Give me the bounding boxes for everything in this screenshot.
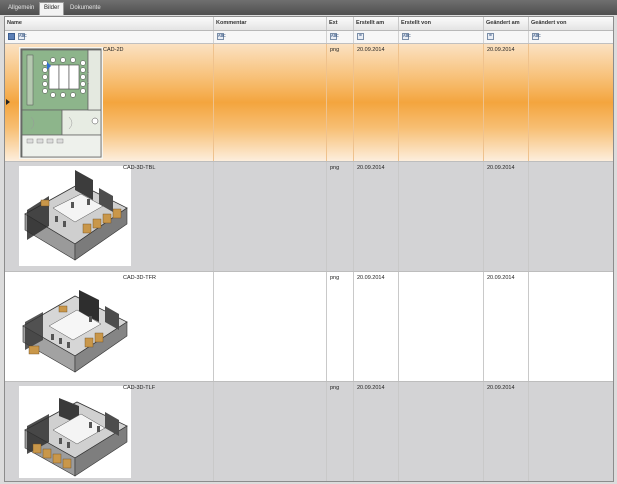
cell-kommentar [214,382,327,481]
cell-geaendert-am: 20.09.2014 [484,44,529,161]
filter-equals-icon[interactable]: = [487,33,494,40]
filter-cell-geaendert-am: = [484,31,529,43]
cell-geaendert-am: 20.09.2014 [484,272,529,381]
filter-text-icon[interactable]: ᴀʙᴄ [532,33,541,40]
filter-text-icon[interactable]: ᴀʙᴄ [18,33,27,40]
cell-geaendert-von [529,382,613,481]
image-name: CAD-3D-TLF [123,385,156,391]
edit-icon[interactable] [8,33,15,40]
floorplan-2d-image[interactable] [19,47,103,159]
cell-erstellt-von [399,162,484,271]
column-header-erstellt-am[interactable]: Erstellt am [354,17,399,30]
filter-cell-erstellt-am: = [354,31,399,43]
cell-ext: png [327,382,354,481]
column-header-geaendert-am[interactable]: Geändert am [484,17,529,30]
cell-erstellt-am: 20.09.2014 [354,162,399,271]
filter-row: ᴀʙᴄ ᴀʙᴄ ᴀʙᴄ = ᴀʙᴄ = ᴀʙᴄ [5,31,613,44]
cell-geaendert-von [529,272,613,381]
column-header-erstellt-von[interactable]: Erstellt von [399,17,484,30]
cell-geaendert-am: 20.09.2014 [484,382,529,481]
image-name: CAD-3D-TFR [123,275,156,281]
column-header-kommentar[interactable]: Kommentar [214,17,327,30]
column-header-ext[interactable]: Ext [327,17,354,30]
table-row[interactable]: CAD-3D-TFR png 20.09.2014 20.09.2014 [5,272,613,382]
image-name: CAD-2D [103,47,124,53]
tab-allgemein[interactable]: Allgemein [4,3,38,14]
cell-erstellt-von [399,44,484,161]
cell-ext: png [327,272,354,381]
room-3d-image[interactable] [19,166,131,266]
cell-erstellt-am: 20.09.2014 [354,382,399,481]
cell-geaendert-von [529,162,613,271]
filter-text-icon[interactable]: ᴀʙᴄ [217,33,226,40]
filter-cell-ext: ᴀʙᴄ [327,31,354,43]
cell-name: CAD-3D-TBL [5,162,214,271]
cell-geaendert-von [529,44,613,161]
cell-kommentar [214,272,327,381]
tab-bar: Allgemein Bilder Dokumente [0,0,617,15]
filter-text-icon[interactable]: ᴀʙᴄ [330,33,339,40]
filter-cell-erstellt-von: ᴀʙᴄ [399,31,484,43]
filter-cell-geaendert-von: ᴀʙᴄ [529,31,613,43]
table-row[interactable]: CAD-3D-TBL png 20.09.2014 20.09.2014 [5,162,613,272]
filter-text-icon[interactable]: ᴀʙᴄ [402,33,411,40]
cell-erstellt-von [399,382,484,481]
filter-equals-icon[interactable]: = [357,33,364,40]
filter-cell-name: ᴀʙᴄ [5,31,214,43]
column-header-geaendert-von[interactable]: Geändert von [529,17,613,30]
cell-kommentar [214,44,327,161]
image-name: CAD-3D-TBL [123,165,156,171]
cell-kommentar [214,162,327,271]
grid-header: Name Kommentar Ext Erstellt am Erstellt … [5,17,613,31]
cell-erstellt-von [399,272,484,381]
tab-dokumente[interactable]: Dokumente [66,3,105,14]
images-grid: Name Kommentar Ext Erstellt am Erstellt … [4,16,614,482]
cell-ext: png [327,44,354,161]
cell-name: CAD-3D-TLF [5,382,214,481]
table-row[interactable]: CAD-2D png 20.09.2014 20.09.2014 [5,44,613,162]
room-3d-image[interactable] [19,276,131,376]
room-3d-image[interactable] [19,386,131,478]
cell-geaendert-am: 20.09.2014 [484,162,529,271]
filter-cell-kommentar: ᴀʙᴄ [214,31,327,43]
cell-erstellt-am: 20.09.2014 [354,272,399,381]
cell-name: CAD-2D [5,44,214,161]
cell-name: CAD-3D-TFR [5,272,214,381]
tab-bilder[interactable]: Bilder [39,2,65,15]
cell-erstellt-am: 20.09.2014 [354,44,399,161]
column-header-name[interactable]: Name [5,17,214,30]
cell-ext: png [327,162,354,271]
table-row[interactable]: CAD-3D-TLF png 20.09.2014 20.09.2014 [5,382,613,481]
